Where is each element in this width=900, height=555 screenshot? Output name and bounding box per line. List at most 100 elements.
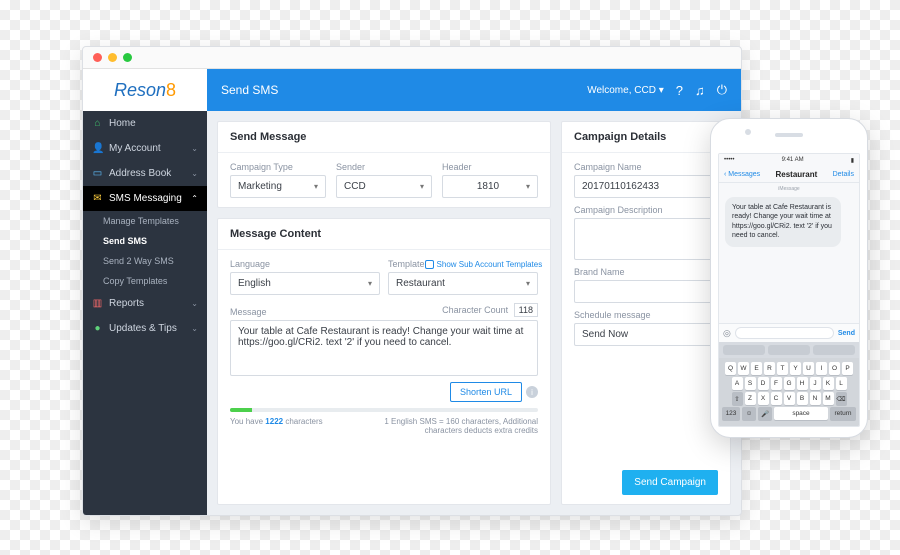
power-icon[interactable]: ⏻ <box>717 82 727 98</box>
envelope-icon: ✉ <box>92 193 103 204</box>
key-a[interactable]: A <box>732 377 743 390</box>
chevron-up-icon: ⌃ <box>191 194 198 203</box>
key-x[interactable]: X <box>758 392 769 405</box>
message-bubble: Your table at Cafe Restaurant is ready! … <box>725 197 841 247</box>
key-q[interactable]: Q <box>725 362 736 375</box>
phone-thread-title: Restaurant <box>775 170 817 179</box>
close-window-icon[interactable] <box>93 53 102 62</box>
campaign-name-input[interactable] <box>574 175 718 198</box>
chars-remaining: You have 1222 characters <box>230 417 323 435</box>
key-g[interactable]: G <box>784 377 795 390</box>
schedule-select[interactable]: Send Now <box>574 323 718 346</box>
send-message-panel: Send Message Campaign Type Marketing▾ <box>217 121 551 208</box>
battery-icon: ▮ <box>851 157 854 164</box>
chevron-down-icon: ⌄ <box>191 324 198 333</box>
template-label: Template <box>388 259 425 269</box>
numeric-key[interactable]: 123 <box>722 407 740 420</box>
sidebar-item-address-book[interactable]: ▭Address Book ⌄ <box>83 161 207 186</box>
sidebar-sub-manage-templates[interactable]: Manage Templates <box>83 211 207 231</box>
backspace-key[interactable]: ⌫ <box>836 392 847 405</box>
key-p[interactable]: P <box>842 362 853 375</box>
keyboard-suggestions <box>719 342 859 358</box>
camera-icon[interactable]: ◎ <box>723 328 731 339</box>
brand-name-input[interactable] <box>574 280 718 303</box>
select-value: Restaurant <box>396 278 445 289</box>
key-u[interactable]: U <box>803 362 814 375</box>
phone-keyboard: QWERTYUIOP ASDFGHJKL ⇧ ZXCVBNM ⌫ 123 ☺ 🎤… <box>719 358 859 426</box>
campaign-desc-textarea[interactable] <box>574 218 718 260</box>
header-select[interactable]: 1810▾ <box>442 175 538 198</box>
message-content-panel: Message Content Language English▾ <box>217 218 551 505</box>
key-e[interactable]: E <box>751 362 762 375</box>
sidebar-sub-copy-templates[interactable]: Copy Templates <box>83 271 207 291</box>
key-z[interactable]: Z <box>745 392 756 405</box>
key-w[interactable]: W <box>738 362 749 375</box>
campaign-type-label: Campaign Type <box>230 162 326 172</box>
phone-time: 9:41 AM <box>782 157 804 164</box>
key-s[interactable]: S <box>745 377 756 390</box>
sidebar-item-home[interactable]: ⌂ Home <box>83 111 207 136</box>
return-key[interactable]: return <box>830 407 856 420</box>
chevron-down-icon: ⌄ <box>191 144 198 153</box>
key-l[interactable]: L <box>836 377 847 390</box>
caret-down-icon: ▾ <box>526 182 530 191</box>
key-h[interactable]: H <box>797 377 808 390</box>
panel-title: Message Content <box>218 219 550 250</box>
sidebar-label: Home <box>109 118 136 129</box>
info-icon[interactable]: i <box>526 386 538 398</box>
phone-send-button[interactable]: Send <box>838 330 855 337</box>
mic-key[interactable]: 🎤 <box>758 407 772 420</box>
campaign-type-select[interactable]: Marketing▾ <box>230 175 326 198</box>
sidebar-item-updates[interactable]: ●Updates & Tips ⌄ <box>83 316 207 341</box>
sms-rule-text: 1 English SMS = 160 characters, Addition… <box>347 417 538 435</box>
key-t[interactable]: T <box>777 362 788 375</box>
logo-eight: 8 <box>166 80 176 100</box>
key-o[interactable]: O <box>829 362 840 375</box>
sidebar-sub-send-2way[interactable]: Send 2 Way SMS <box>83 251 207 271</box>
key-k[interactable]: K <box>823 377 834 390</box>
key-m[interactable]: M <box>823 392 834 405</box>
sidebar-sub-send-sms[interactable]: Send SMS <box>83 231 207 251</box>
sidebar-item-reports[interactable]: ▥Reports ⌄ <box>83 291 207 316</box>
sidebar-item-sms-messaging[interactable]: ✉SMS Messaging ⌃ <box>83 186 207 211</box>
key-n[interactable]: N <box>810 392 821 405</box>
minimize-window-icon[interactable] <box>108 53 117 62</box>
language-select[interactable]: English▾ <box>230 272 380 295</box>
maximize-window-icon[interactable] <box>123 53 132 62</box>
phone-message-input[interactable] <box>735 327 834 339</box>
send-campaign-button[interactable]: Send Campaign <box>622 470 718 495</box>
phone-details-button[interactable]: Details <box>833 171 854 178</box>
home-icon: ⌂ <box>92 118 103 129</box>
key-c[interactable]: C <box>771 392 782 405</box>
emoji-key[interactable]: ☺ <box>742 407 756 420</box>
space-key[interactable]: space <box>774 407 828 420</box>
key-d[interactable]: D <box>758 377 769 390</box>
headphones-icon[interactable]: ♫ <box>695 83 705 98</box>
key-r[interactable]: R <box>764 362 775 375</box>
key-y[interactable]: Y <box>790 362 801 375</box>
phone-back-button[interactable]: ‹ Messages <box>724 171 760 178</box>
checkbox-label: Show Sub Account Templates <box>437 260 543 269</box>
sidebar-label: Updates & Tips <box>109 323 177 334</box>
sidebar-item-account[interactable]: 👤My Account ⌄ <box>83 136 207 161</box>
sidebar-label: Address Book <box>109 168 171 179</box>
sender-select[interactable]: CCD▾ <box>336 175 432 198</box>
key-j[interactable]: J <box>810 377 821 390</box>
welcome-user[interactable]: Welcome, CCD ▾ <box>587 85 664 96</box>
chevron-down-icon: ⌄ <box>191 299 198 308</box>
shorten-url-button[interactable]: Shorten URL <box>450 382 522 402</box>
key-v[interactable]: V <box>784 392 795 405</box>
content-area: Send Message Campaign Type Marketing▾ <box>207 111 741 515</box>
checkbox-icon[interactable] <box>425 260 434 269</box>
key-b[interactable]: B <box>797 392 808 405</box>
show-sub-account-templates[interactable]: Show Sub Account Templates <box>425 260 543 269</box>
help-icon[interactable]: ? <box>676 83 683 98</box>
panel-title: Campaign Details <box>562 122 730 153</box>
template-select[interactable]: Restaurant▾ <box>388 272 538 295</box>
brand-name-label: Brand Name <box>574 267 718 277</box>
message-textarea[interactable] <box>230 320 538 376</box>
key-f[interactable]: F <box>771 377 782 390</box>
shift-key[interactable]: ⇧ <box>732 392 743 405</box>
key-i[interactable]: I <box>816 362 827 375</box>
logo: Reson8 <box>83 69 207 111</box>
